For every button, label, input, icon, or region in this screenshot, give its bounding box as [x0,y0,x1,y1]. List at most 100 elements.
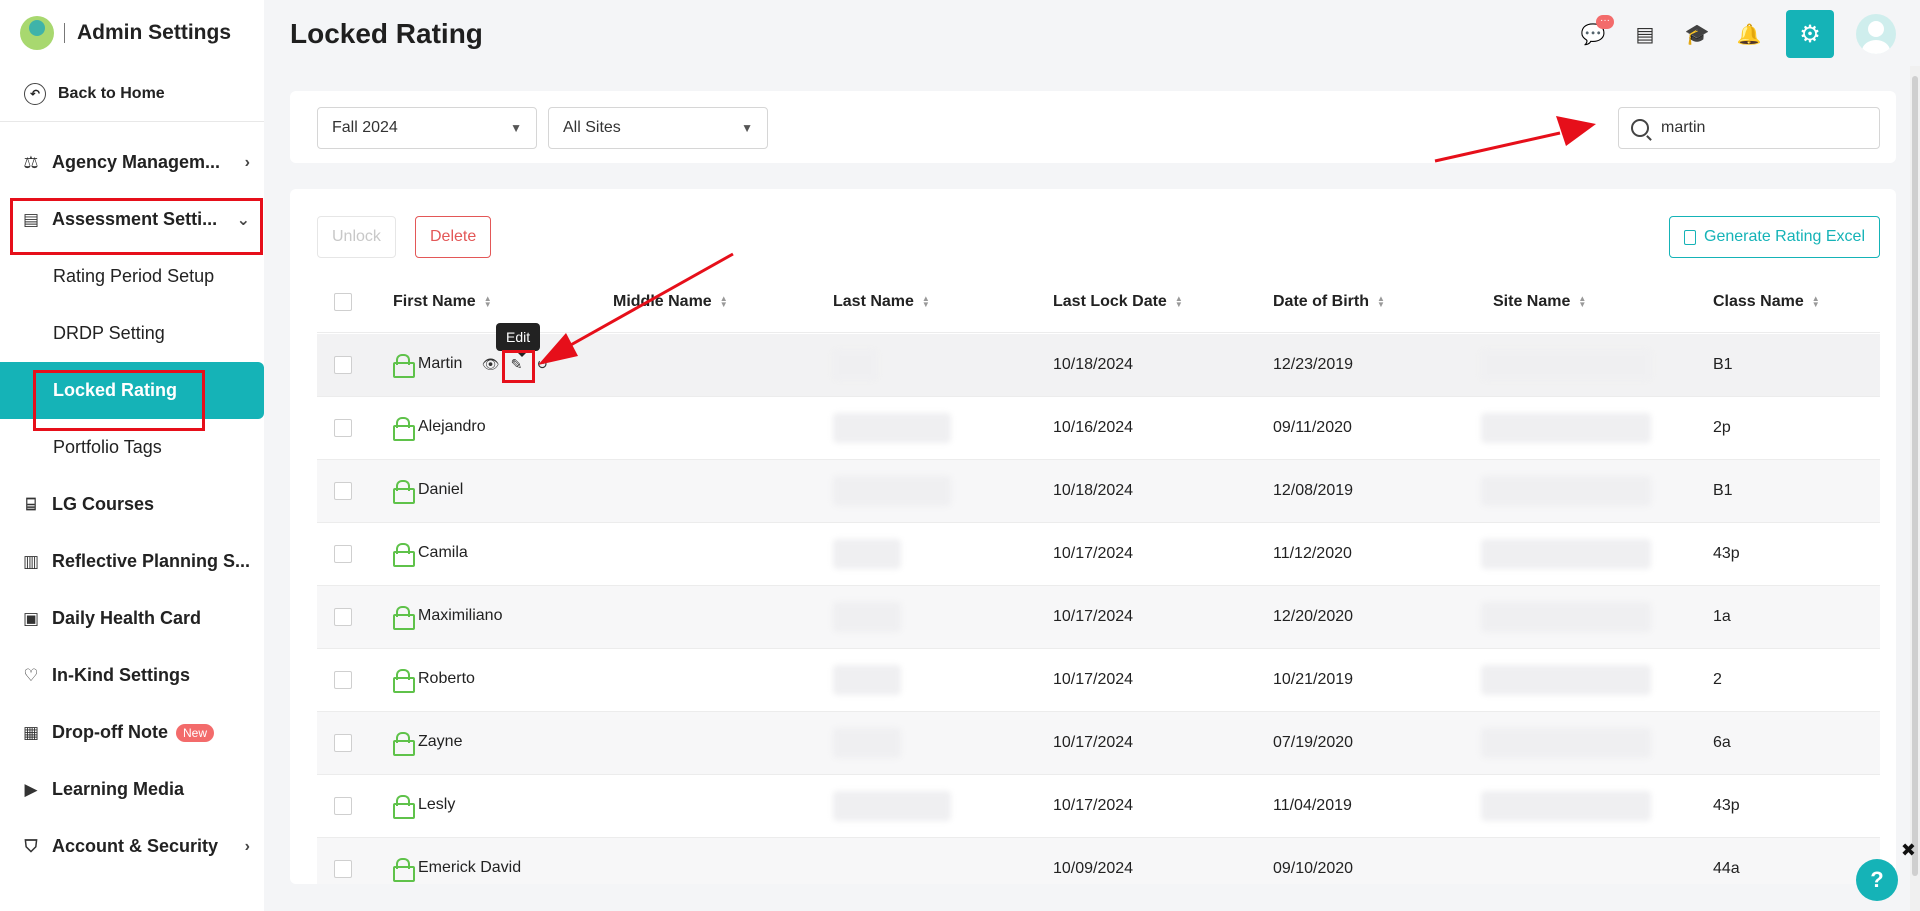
checkbox[interactable] [334,797,352,815]
sidebar-item-rating-period-setup[interactable]: Rating Period Setup [0,248,264,305]
sort-icon[interactable]: ▲ ▼ [1175,294,1183,308]
select-all-checkbox[interactable] [334,292,352,311]
back-label: Back to Home [58,84,165,102]
unlock-button[interactable]: Unlock [317,216,396,258]
sidebar-item-label: Assessment Setti... [52,209,218,229]
date-of-birth-cell: 09/10/2020 [1273,860,1354,877]
column-date-of-birth[interactable]: Date of Birth ▲ ▼ [1273,293,1385,311]
first-name-cell: Zayne [393,732,463,756]
delete-button[interactable]: Delete [415,216,492,258]
period-select[interactable]: Fall 2024 ▼ [317,107,537,149]
row-checkbox[interactable] [334,671,352,689]
table-row[interactable]: Martin 👁 ✎ ↺ 10/18/2024 12/23/2019 B1 [317,334,1880,397]
generate-rating-excel-button[interactable]: Generate Rating Excel [1669,216,1880,258]
last-lock-date-cell: 10/17/2024 [1053,545,1134,562]
sidebar-item-locked-rating[interactable]: Locked Rating [0,362,264,419]
search-box [1618,107,1880,149]
redacted-site-name [1481,476,1651,506]
table-row[interactable]: Camila 10/17/2024 11/12/2020 43p [317,523,1880,586]
row-checkbox[interactable] [334,419,352,437]
checkbox[interactable] [334,482,352,500]
sort-icon[interactable]: ▲ ▼ [922,294,930,308]
site-select[interactable]: All Sites ▼ [548,107,768,149]
row-checkbox[interactable] [334,734,352,752]
row-checkbox[interactable] [334,860,352,878]
divider [64,23,65,43]
checkbox[interactable] [334,608,352,626]
avatar[interactable] [1856,14,1896,54]
sort-icon[interactable]: ▲ ▼ [720,294,728,308]
checkbox[interactable] [334,860,352,878]
sidebar-item-daily-health-card[interactable]: ▣ Daily Health Card [0,590,264,647]
last-lock-date-cell: 10/17/2024 [1053,734,1134,751]
row-checkbox[interactable] [334,356,352,374]
column-class-name[interactable]: Class Name ▲ ▼ [1713,293,1820,311]
first-name: Roberto [418,670,475,687]
history-icon[interactable]: ↺ [534,356,550,372]
scrollbar-thumb[interactable] [1912,76,1918,876]
eye-icon[interactable]: 👁 [482,356,500,372]
sidebar-item-in-kind-settings[interactable]: ♡ In-Kind Settings [0,647,264,704]
graduation-cap-icon[interactable]: 🎓 [1682,19,1712,49]
sidebar-item-portfolio-tags[interactable]: Portfolio Tags [0,419,264,476]
column-site-name[interactable]: Site Name ▲ ▼ [1493,293,1586,311]
checkbox[interactable] [334,419,352,437]
sidebar-item-reflective-planning[interactable]: ▥ Reflective Planning S... [0,533,264,590]
checkbox[interactable] [334,671,352,689]
first-name: Zayne [418,733,463,750]
lock-icon [393,669,415,693]
sidebar-item-assessment-settings[interactable]: ▤ Assessment Setti... ⌄ [0,191,264,248]
date-of-birth-cell: 10/21/2019 [1273,671,1354,688]
bell-icon[interactable]: 🔔 [1734,19,1764,49]
sidebar-item-learning-media[interactable]: ▶ Learning Media [0,761,264,818]
checkbox[interactable] [334,545,352,563]
site-select-value: All Sites [563,119,621,136]
locked-rating-table-card: Unlock Delete Generate Rating Excel Firs… [290,189,1896,884]
sidebar-item-drdp-setting[interactable]: DRDP Setting [0,305,264,362]
row-checkbox[interactable] [334,482,352,500]
sidebar-item-drop-off-note[interactable]: ▦ Drop-off Note New [0,704,264,761]
last-lock-date-cell: 10/17/2024 [1053,671,1134,688]
close-icon[interactable]: ✖ [1901,840,1916,861]
back-to-home-link[interactable]: ↶ Back to Home [0,66,264,122]
row-checkbox[interactable] [334,545,352,563]
notes-icon[interactable]: ▤ [1630,19,1660,49]
first-name-cell: Martin 👁 ✎ ↺ [393,354,550,378]
table-row[interactable]: Roberto 10/17/2024 10/21/2019 2 [317,649,1880,712]
help-button[interactable]: ? [1856,859,1898,901]
date-of-birth-cell: 12/20/2020 [1273,608,1354,625]
table-row[interactable]: Daniel 10/18/2024 12/08/2019 B1 [317,460,1880,523]
checkbox[interactable] [334,734,352,752]
sidebar-item-agency-management[interactable]: ⚖ Agency Managem... › [0,134,264,191]
column-last-name[interactable]: Last Name ▲ ▼ [833,293,930,311]
sort-icon[interactable]: ▲ ▼ [1377,294,1385,308]
column-middle-name[interactable]: Middle Name ▲ ▼ [613,293,728,311]
chat-icon[interactable]: 💬 ··· [1578,15,1614,49]
last-lock-date-cell: 10/09/2024 [1053,860,1134,877]
table-row[interactable]: Emerick David 10/09/2024 09/10/2020 44a [317,838,1880,884]
gear-icon[interactable]: ⚙ [1786,10,1834,58]
row-checkbox[interactable] [334,608,352,626]
table-row[interactable]: Maximiliano 10/17/2024 12/20/2020 1a [317,586,1880,649]
search-input[interactable] [1661,119,1851,137]
sidebar-item-account-security[interactable]: ⛉ Account & Security › [0,818,264,875]
checkbox[interactable] [334,292,352,311]
class-name-cell: 2p [1713,419,1731,436]
back-arrow-icon: ↶ [24,82,46,105]
table-row[interactable]: Alejandro 10/16/2024 09/11/2020 2p [317,397,1880,460]
checkbox[interactable] [334,356,352,374]
table-row[interactable]: Lesly 10/17/2024 11/04/2019 43p [317,775,1880,838]
column-last-lock-date[interactable]: Last Lock Date ▲ ▼ [1053,293,1183,311]
redacted-last-name [833,602,901,632]
column-first-name[interactable]: First Name ▲ ▼ [393,293,492,311]
page-scrollbar[interactable] [1910,66,1920,911]
row-checkbox[interactable] [334,797,352,815]
edit-icon[interactable]: ✎ [508,356,524,372]
sort-icon[interactable]: ▲ ▼ [484,294,492,308]
sort-icon[interactable]: ▲ ▼ [1812,294,1820,308]
sidebar-item-lg-courses[interactable]: ⌸ LG Courses [0,476,264,533]
redacted-site-name [1481,791,1651,821]
sort-icon[interactable]: ▲ ▼ [1578,294,1586,308]
table-row[interactable]: Zayne 10/17/2024 07/19/2020 6a [317,712,1880,775]
chevron-right-icon: › [244,153,250,171]
